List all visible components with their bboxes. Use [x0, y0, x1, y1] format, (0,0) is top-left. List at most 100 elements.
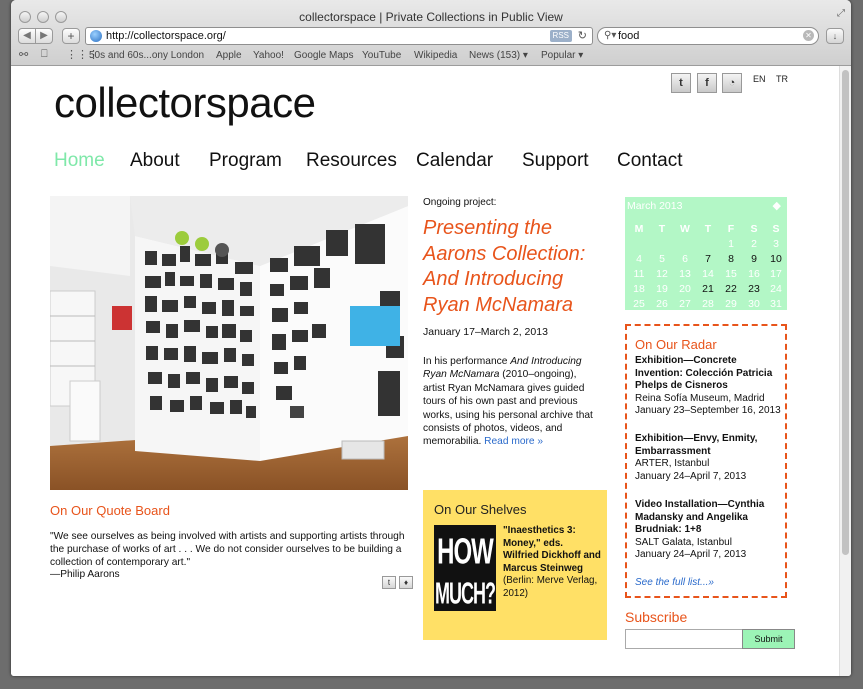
- page-scrollbar[interactable]: [839, 66, 851, 676]
- calendar-day[interactable]: 2: [743, 238, 765, 250]
- calendar-day[interactable]: 4: [628, 253, 650, 265]
- calendar-next-icon[interactable]: ◆: [773, 199, 781, 212]
- calendar-day[interactable]: 31: [765, 298, 787, 310]
- calendar-day[interactable]: 27: [674, 298, 696, 310]
- bookmark-link[interactable]: YouTube: [362, 50, 401, 61]
- calendar-day[interactable]: 6: [674, 253, 696, 265]
- calendar-day[interactable]: 16: [743, 268, 765, 280]
- radar-item: Exhibition—Envy, Enmity, Embarrassment A…: [635, 433, 783, 483]
- book-cover-line: MUCH?: [435, 576, 496, 611]
- calendar-day[interactable]: 12: [651, 268, 673, 280]
- clear-search-icon[interactable]: ✕: [803, 30, 814, 41]
- bookmark-menu-popular[interactable]: Popular ▾: [541, 50, 583, 61]
- calendar-day[interactable]: 8: [720, 253, 742, 265]
- calendar-day[interactable]: 15: [720, 268, 742, 280]
- address-bar[interactable]: http://collectorspace.org/ RSS ↻: [85, 27, 593, 45]
- calendar-day[interactable]: 10: [765, 253, 787, 265]
- mini-calendar: March 2013 ◆ M T W T F S S 1 2 3 4 5 6 7 8 9 10 11 12 13 14 1…: [625, 197, 787, 310]
- radar-item-venue: SALT Galata, Istanbul: [635, 536, 732, 548]
- bookmark-menu-news[interactable]: News (153) ▾: [469, 50, 528, 61]
- calendar-weekday: S: [772, 223, 780, 235]
- calendar-day[interactable]: 1: [720, 238, 742, 250]
- calendar-weekday: S: [750, 223, 758, 235]
- calendar-day[interactable]: 17: [765, 268, 787, 280]
- see-full-list-link[interactable]: See the full list...»: [635, 577, 714, 588]
- calendar-day[interactable]: 21: [697, 283, 719, 295]
- exhibition-photo[interactable]: [50, 196, 408, 490]
- search-text[interactable]: food: [618, 30, 639, 42]
- subscribe-email-input[interactable]: [625, 629, 743, 649]
- address-text[interactable]: http://collectorspace.org/: [106, 30, 226, 42]
- nav-about[interactable]: About: [130, 150, 180, 172]
- language-en-link[interactable]: EN: [753, 74, 766, 84]
- scrollbar-thumb[interactable]: [842, 70, 849, 555]
- calendar-day[interactable]: 25: [628, 298, 650, 310]
- calendar-day[interactable]: 29: [720, 298, 742, 310]
- radar-item-dates: January 24–April 7, 2013: [635, 549, 747, 561]
- tweet-quote-icon[interactable]: t: [382, 576, 396, 589]
- rss-badge[interactable]: RSS: [549, 30, 572, 42]
- calendar-day[interactable]: 22: [720, 283, 742, 295]
- bookmarks-bar: ⚯ ⎕ ⋮⋮⋮ 50s and 60s...ony London Apple Y…: [11, 47, 851, 64]
- nav-support[interactable]: Support: [522, 150, 589, 172]
- book-cover-image[interactable]: HOW MUCH?: [434, 525, 496, 611]
- calendar-day[interactable]: 28: [697, 298, 719, 310]
- calendar-day[interactable]: 23: [743, 283, 765, 295]
- calendar-day[interactable]: 20: [674, 283, 696, 295]
- language-tr-link[interactable]: TR: [776, 74, 788, 84]
- calendar-day[interactable]: 24: [765, 283, 787, 295]
- bookmark-link[interactable]: Apple: [216, 50, 242, 61]
- ongoing-label: Ongoing project:: [423, 197, 497, 208]
- radar-item: Exhibition—Concrete Invention: Colección…: [635, 355, 783, 418]
- bookmark-link[interactable]: 50s and 60s...ony London: [89, 50, 204, 61]
- bookmark-link[interactable]: Google Maps: [294, 50, 353, 61]
- calendar-day[interactable]: 5: [651, 253, 673, 265]
- nav-resources[interactable]: Resources: [306, 150, 397, 172]
- on-our-shelves-box: On Our Shelves HOW MUCH? "Inaesthetics 3…: [423, 490, 607, 640]
- radar-item-title[interactable]: Exhibition—Concrete Invention: Colección…: [635, 355, 783, 393]
- twitter-icon[interactable]: t: [671, 73, 691, 93]
- radar-item-venue: Reina Sofía Museum, Madrid: [635, 392, 765, 404]
- calendar-day[interactable]: 7: [697, 253, 719, 265]
- quote-text: "We see ourselves as being involved with…: [50, 531, 405, 568]
- calendar-day[interactable]: 19: [651, 283, 673, 295]
- calendar-day[interactable]: 11: [628, 268, 650, 280]
- facebook-icon[interactable]: f: [697, 73, 717, 93]
- calendar-weekday: F: [727, 223, 735, 235]
- read-more-link[interactable]: Read more »: [484, 436, 543, 447]
- reload-icon[interactable]: ↻: [578, 29, 587, 42]
- forward-button[interactable]: ▶: [35, 28, 53, 44]
- bookmarks-book-icon[interactable]: ⎕: [41, 48, 48, 61]
- add-bookmark-button[interactable]: +: [62, 28, 80, 44]
- book-description: "Inaesthetics 3: Money," eds. Wilfried D…: [503, 525, 601, 600]
- nav-calendar[interactable]: Calendar: [416, 150, 493, 172]
- calendar-day[interactable]: 26: [651, 298, 673, 310]
- nav-home[interactable]: Home: [54, 150, 105, 172]
- back-button[interactable]: ◀: [18, 28, 36, 44]
- like-quote-icon[interactable]: ♦: [399, 576, 413, 589]
- subscribe-submit-button[interactable]: Submit: [742, 629, 795, 649]
- calendar-day[interactable]: 14: [697, 268, 719, 280]
- nav-program[interactable]: Program: [209, 150, 282, 172]
- radar-item-title[interactable]: Video Installation—Cynthia Madansky and …: [635, 499, 783, 537]
- search-field[interactable]: ⚲▾ food ✕: [597, 27, 819, 45]
- site-logo[interactable]: collectorspace: [54, 79, 316, 127]
- radar-item-title[interactable]: Exhibition—Envy, Enmity, Embarrassment: [635, 433, 783, 458]
- radar-item: Video Installation—Cynthia Madansky and …: [635, 499, 783, 562]
- feature-title-link[interactable]: Presenting the Aarons Collection: And In…: [423, 216, 603, 318]
- fullscreen-icon[interactable]: ⤢: [837, 8, 845, 19]
- calendar-day[interactable]: 18: [628, 283, 650, 295]
- calendar-day[interactable]: 9: [743, 253, 765, 265]
- book-title[interactable]: "Inaesthetics 3: Money," eds. Wilfried D…: [503, 525, 601, 574]
- calendar-day[interactable]: 3: [765, 238, 787, 250]
- bookmark-link[interactable]: Yahoo!: [253, 50, 284, 61]
- calendar-day[interactable]: 30: [743, 298, 765, 310]
- rss-icon[interactable]: ◔: [722, 73, 742, 93]
- calendar-day[interactable]: 13: [674, 268, 696, 280]
- downloads-icon[interactable]: ↓: [826, 28, 844, 44]
- reading-list-icon[interactable]: ⚯: [19, 48, 28, 61]
- bookmark-link[interactable]: Wikipedia: [414, 50, 457, 61]
- nav-contact[interactable]: Contact: [617, 150, 682, 172]
- radar-heading: On Our Radar: [635, 337, 717, 352]
- feature-date: January 17–March 2, 2013: [423, 326, 548, 338]
